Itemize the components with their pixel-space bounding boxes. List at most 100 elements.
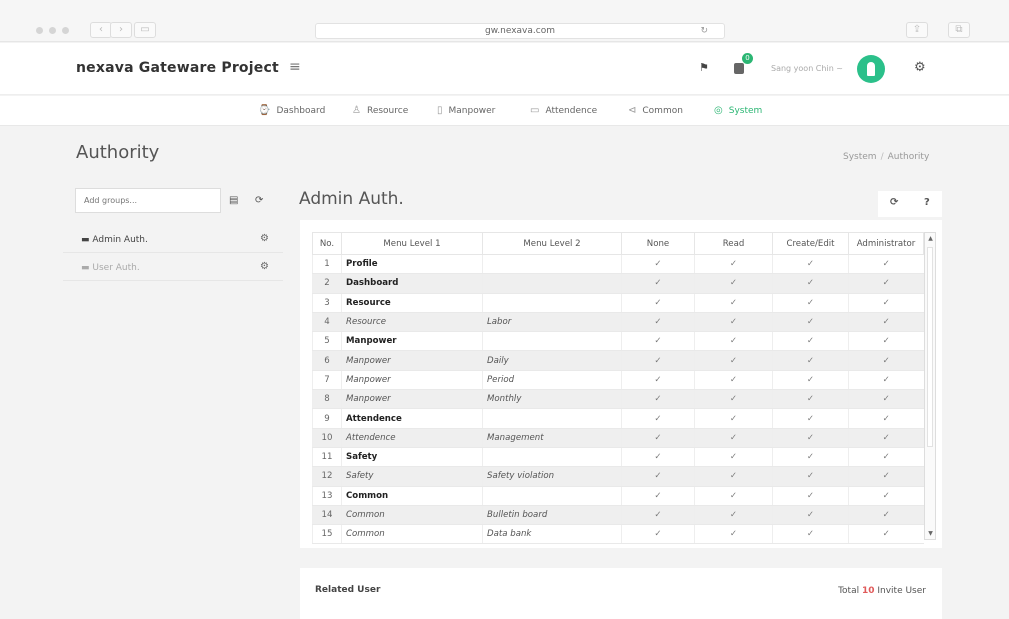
refresh-icon[interactable]: ⟳ [890,197,898,208]
checkbox-administrator[interactable]: ✓ [848,370,924,391]
checkbox-none[interactable]: ✓ [621,389,695,410]
checkbox-read[interactable]: ✓ [694,505,773,526]
checkbox-administrator[interactable]: ✓ [848,428,924,448]
table-row[interactable]: 1 Profile ✓ ✓ ✓ ✓ [312,254,924,275]
table-row[interactable]: 2 Dashboard ✓ ✓ ✓ ✓ [312,273,924,294]
nav-manpower[interactable]: ▯ Manpower [437,105,495,116]
nav-system[interactable]: ◎ System [714,105,762,116]
checkbox-none[interactable]: ✓ [621,408,695,429]
save-icon[interactable]: ▤ [229,195,238,206]
checkbox-none[interactable]: ✓ [621,331,695,352]
table-row[interactable]: 11 Safety ✓ ✓ ✓ ✓ [312,447,924,468]
checkbox-read[interactable]: ✓ [694,370,773,391]
checkbox-read[interactable]: ✓ [694,486,773,506]
checkbox-create-edit[interactable]: ✓ [772,486,849,506]
checkbox-none[interactable]: ✓ [621,293,695,313]
checkbox-administrator[interactable]: ✓ [848,466,924,487]
column-header[interactable]: Menu Level 1 [341,232,483,255]
table-row[interactable]: 5 Manpower ✓ ✓ ✓ ✓ [312,331,924,352]
scroll-up-icon[interactable]: ▲ [927,235,934,242]
gear-icon[interactable]: ⚙ [260,233,269,244]
gear-icon[interactable]: ⚙ [914,60,926,75]
table-row[interactable]: 6 Manpower Daily ✓ ✓ ✓ ✓ [312,350,924,371]
checkbox-administrator[interactable]: ✓ [848,408,924,429]
checkbox-read[interactable]: ✓ [694,293,773,313]
back-button[interactable]: ‹ [90,22,112,38]
checkbox-read[interactable]: ✓ [694,524,773,545]
flag-icon[interactable]: ⚑ [699,61,709,74]
checkbox-none[interactable]: ✓ [621,370,695,391]
checkbox-create-edit[interactable]: ✓ [772,408,849,429]
checkbox-administrator[interactable]: ✓ [848,505,924,526]
checkbox-none[interactable]: ✓ [621,524,695,545]
tabs-button[interactable]: ⧉ [948,22,970,38]
checkbox-administrator[interactable]: ✓ [848,331,924,352]
group-item-admin[interactable]: ▬ Admin Auth. ⚙ [63,227,283,253]
checkbox-read[interactable]: ✓ [694,447,773,468]
checkbox-none[interactable]: ✓ [621,466,695,487]
scroll-thumb[interactable] [927,247,933,447]
checkbox-administrator[interactable]: ✓ [848,447,924,468]
avatar[interactable] [857,55,885,83]
checkbox-create-edit[interactable]: ✓ [772,370,849,391]
table-row[interactable]: 15 Common Data bank ✓ ✓ ✓ ✓ [312,524,924,545]
checkbox-create-edit[interactable]: ✓ [772,273,849,294]
checkbox-none[interactable]: ✓ [621,505,695,526]
brand-title[interactable]: nexava Gateware Project [76,60,279,76]
checkbox-administrator[interactable]: ✓ [848,524,924,545]
table-row[interactable]: 7 Manpower Period ✓ ✓ ✓ ✓ [312,370,924,391]
reload-icon[interactable]: ↻ [700,24,708,38]
checkbox-administrator[interactable]: ✓ [848,312,924,333]
checkbox-create-edit[interactable]: ✓ [772,466,849,487]
checkbox-administrator[interactable]: ✓ [848,293,924,313]
column-header[interactable]: Administrator [848,232,924,255]
checkbox-read[interactable]: ✓ [694,273,773,294]
checkbox-none[interactable]: ✓ [621,350,695,371]
scroll-down-icon[interactable]: ▼ [927,530,934,537]
table-row[interactable]: 4 Resource Labor ✓ ✓ ✓ ✓ [312,312,924,333]
table-row[interactable]: 13 Common ✓ ✓ ✓ ✓ [312,486,924,506]
nav-dashboard[interactable]: ⌚ Dashboard [258,105,325,116]
menu-icon[interactable]: ≡ [289,59,301,75]
forward-button[interactable]: › [110,22,132,38]
checkbox-administrator[interactable]: ✓ [848,273,924,294]
help-icon[interactable]: ? [924,197,930,208]
window-controls[interactable] [36,27,69,34]
address-bar[interactable]: gw.nexava.com ↻ [315,23,725,39]
notification-button[interactable]: 0 [734,53,753,75]
checkbox-create-edit[interactable]: ✓ [772,350,849,371]
column-header[interactable]: No. [312,232,342,255]
table-row[interactable]: 14 Common Bulletin board ✓ ✓ ✓ ✓ [312,505,924,526]
breadcrumb-system[interactable]: System [843,152,877,162]
refresh-icon[interactable]: ⟳ [255,195,263,206]
checkbox-create-edit[interactable]: ✓ [772,428,849,448]
table-row[interactable]: 12 Safety Safety violation ✓ ✓ ✓ ✓ [312,466,924,487]
gear-icon[interactable]: ⚙ [260,261,269,272]
checkbox-administrator[interactable]: ✓ [848,486,924,506]
checkbox-none[interactable]: ✓ [621,254,695,275]
checkbox-none[interactable]: ✓ [621,312,695,333]
checkbox-create-edit[interactable]: ✓ [772,389,849,410]
group-item-user[interactable]: ▬ User Auth. ⚙ [63,255,283,281]
checkbox-create-edit[interactable]: ✓ [772,524,849,545]
column-header[interactable]: Menu Level 2 [482,232,622,255]
share-button[interactable]: ⇪ [906,22,928,38]
checkbox-administrator[interactable]: ✓ [848,254,924,275]
checkbox-read[interactable]: ✓ [694,350,773,371]
nav-common[interactable]: ⊲ Common [628,105,683,116]
checkbox-read[interactable]: ✓ [694,254,773,275]
table-row[interactable]: 9 Attendence ✓ ✓ ✓ ✓ [312,408,924,429]
checkbox-create-edit[interactable]: ✓ [772,505,849,526]
checkbox-create-edit[interactable]: ✓ [772,312,849,333]
checkbox-read[interactable]: ✓ [694,312,773,333]
checkbox-none[interactable]: ✓ [621,428,695,448]
nav-attendence[interactable]: ▭ Attendence [530,105,597,116]
sidebar-toggle-button[interactable]: ▭ [134,22,156,38]
checkbox-create-edit[interactable]: ✓ [772,447,849,468]
nav-resource[interactable]: ♙ Resource [352,105,408,116]
checkbox-create-edit[interactable]: ✓ [772,293,849,313]
user-menu[interactable]: Sang yoon Chin ~ [771,64,843,73]
checkbox-read[interactable]: ✓ [694,389,773,410]
column-header[interactable]: Create/Edit [772,232,849,255]
checkbox-read[interactable]: ✓ [694,331,773,352]
